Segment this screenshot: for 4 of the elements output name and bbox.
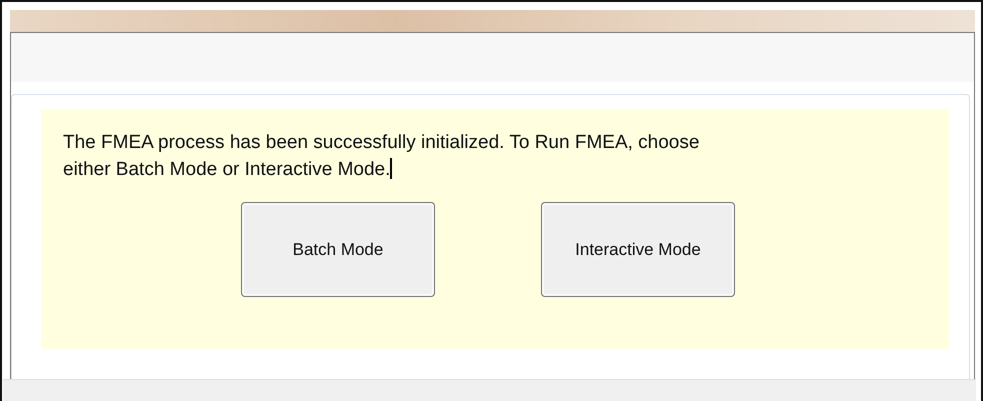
mode-button[interactable]: Batch Mode bbox=[241, 202, 435, 297]
mode-button[interactable]: Interactive Mode bbox=[541, 202, 735, 297]
text-cursor bbox=[390, 158, 392, 179]
status-message: The FMEA process has been successfully initialized. To Run FMEA, choose either Batch Mode or Interactive Mode. bbox=[63, 131, 700, 182]
